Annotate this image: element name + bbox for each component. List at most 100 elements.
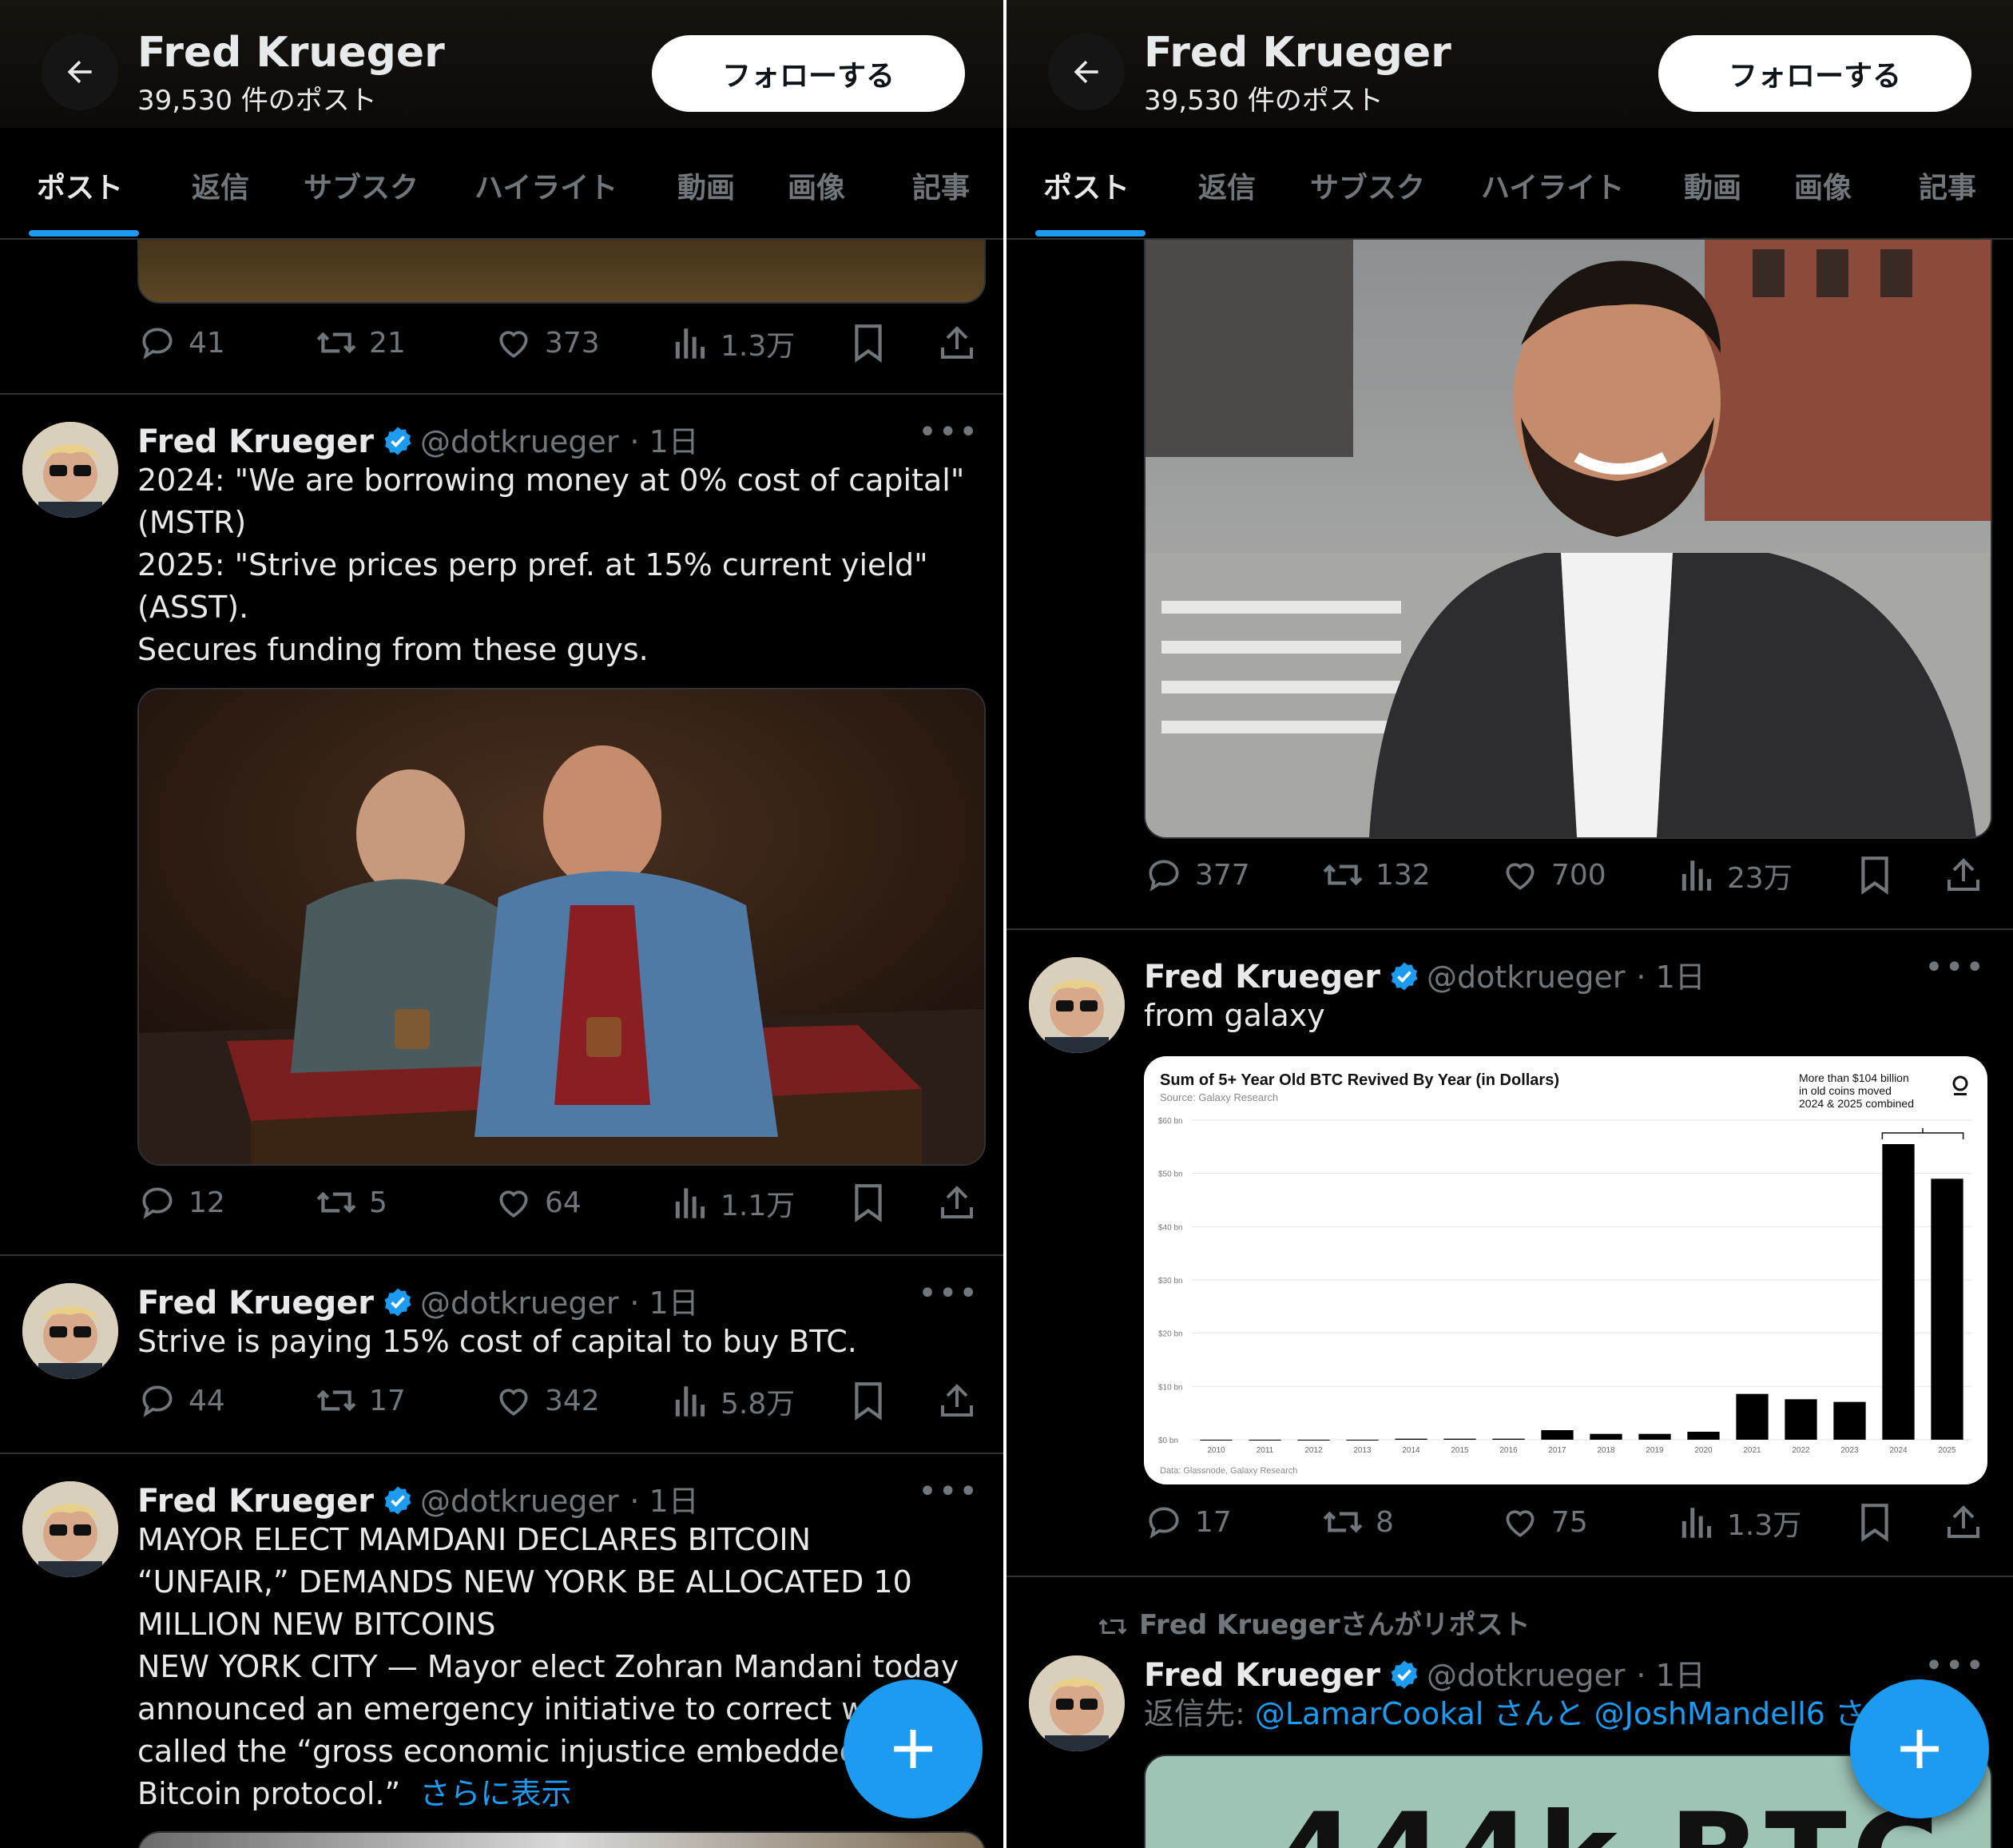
bar-2022 xyxy=(1785,1399,1817,1440)
y-tick-label: $30 bn xyxy=(1158,1277,1183,1286)
views-button[interactable]: 1.1万 xyxy=(673,1182,795,1224)
tab-posts[interactable]: ポスト xyxy=(37,165,123,206)
show-more-link[interactable]: さらに表示 xyxy=(419,1776,571,1811)
back-button[interactable] xyxy=(42,34,118,110)
repost-button[interactable]: 132 xyxy=(1321,855,1431,895)
x-tick-label: 2020 xyxy=(1694,1446,1713,1455)
repost-indicator[interactable]: Fred Kruegerさんがリポスト xyxy=(1096,1603,1531,1642)
tab-images[interactable]: 画像 xyxy=(788,165,845,206)
bookmark-button[interactable] xyxy=(850,1381,898,1421)
views-button[interactable]: 1.3万 xyxy=(673,323,795,364)
share-button[interactable] xyxy=(938,323,987,363)
more-options-icon[interactable]: ••• xyxy=(918,414,979,451)
reply-button[interactable]: 41 xyxy=(137,323,225,363)
tab-highlights[interactable]: ハイライト xyxy=(1481,165,1624,206)
reply-to-users-link[interactable]: @LamarCookal さんと @JoshMandell6 さ xyxy=(1255,1696,1865,1731)
annotation-text: 2024 & 2025 combined xyxy=(1799,1097,1914,1110)
tab-articles[interactable]: 記事 xyxy=(1919,165,1976,206)
bookmark-button[interactable] xyxy=(1856,1502,1904,1542)
reply-button[interactable]: 377 xyxy=(1144,855,1250,895)
tab-replies[interactable]: 返信 xyxy=(1198,165,1256,206)
timeline[interactable]: 41 21 373 1.3万 Fred Krueger @dotkrueger ·… xyxy=(0,240,1007,1848)
avatar[interactable] xyxy=(22,1283,118,1379)
views-button[interactable]: 5.8万 xyxy=(673,1381,795,1422)
follow-button[interactable]: フォローする xyxy=(652,35,965,112)
back-button[interactable] xyxy=(1048,34,1125,110)
post-author[interactable]: Fred Krueger @dotkrueger · 1日 xyxy=(1144,1651,1705,1695)
repost-button[interactable]: 5 xyxy=(315,1182,387,1222)
avatar[interactable] xyxy=(22,1481,118,1577)
reply-icon xyxy=(142,328,173,360)
more-options-icon[interactable]: ••• xyxy=(918,1275,979,1312)
share-button[interactable] xyxy=(1944,855,1994,895)
share-button[interactable] xyxy=(938,1381,987,1421)
tab-articles[interactable]: 記事 xyxy=(912,165,970,206)
post-media-image[interactable] xyxy=(137,688,986,1166)
share-button[interactable] xyxy=(938,1182,987,1222)
chart-image[interactable]: Sum of 5+ Year Old BTC Revived By Year (… xyxy=(1144,1056,1987,1484)
avatar[interactable] xyxy=(1029,957,1125,1053)
tab-subscriptions[interactable]: サブスク xyxy=(1310,165,1425,206)
post-media-image[interactable] xyxy=(1144,240,1992,839)
repost-icon xyxy=(1323,864,1363,886)
like-button[interactable]: 75 xyxy=(1500,1502,1588,1542)
reply-button[interactable]: 44 xyxy=(137,1381,225,1421)
post-author[interactable]: Fred Krueger @dotkrueger · 1日 xyxy=(137,417,699,462)
compose-button[interactable] xyxy=(1850,1679,1989,1818)
like-button[interactable]: 64 xyxy=(494,1182,582,1222)
post-handle: @dotkrueger xyxy=(420,1286,619,1321)
post-author[interactable]: Fred Krueger @dotkrueger · 1日 xyxy=(137,1476,699,1521)
tab-videos[interactable]: 動画 xyxy=(677,165,735,206)
tab-images[interactable]: 画像 xyxy=(1794,165,1852,206)
like-button[interactable]: 342 xyxy=(494,1381,600,1421)
more-options-icon[interactable]: ••• xyxy=(1924,1647,1986,1684)
reply-icon xyxy=(1149,860,1179,892)
repost-button[interactable]: 21 xyxy=(315,323,406,363)
reply-button[interactable]: 12 xyxy=(137,1182,225,1222)
timeline[interactable]: 377 132 700 23万 Fred Krueger @dotkrueger … xyxy=(1007,240,2013,1848)
views-button[interactable]: 1.3万 xyxy=(1679,1502,1801,1544)
more-options-icon[interactable]: ••• xyxy=(1924,949,1986,986)
post-media-image[interactable] xyxy=(137,240,986,304)
avatar[interactable] xyxy=(22,422,118,518)
x-tick-label: 2023 xyxy=(1840,1446,1859,1455)
post-author[interactable]: Fred Krueger @dotkrueger · 1日 xyxy=(137,1278,699,1323)
profile-header: Fred Krueger 39,530 件のポスト フォローする xyxy=(1007,0,2013,128)
repost-button[interactable]: 8 xyxy=(1321,1502,1394,1542)
tab-highlights[interactable]: ハイライト xyxy=(474,165,617,206)
bookmark-button[interactable] xyxy=(850,1182,898,1222)
tab-posts[interactable]: ポスト xyxy=(1043,165,1130,206)
post-divider xyxy=(1007,928,2013,930)
avatar[interactable] xyxy=(1029,1655,1125,1751)
post-author[interactable]: Fred Krueger @dotkrueger · 1日 xyxy=(1144,952,1705,997)
post-media-image[interactable] xyxy=(137,1831,986,1848)
tab-replies[interactable]: 返信 xyxy=(192,165,249,206)
y-tick-label: $60 bn xyxy=(1158,1117,1183,1126)
bookmark-icon xyxy=(855,324,882,363)
bar-chart: Sum of 5+ Year Old BTC Revived By Year (… xyxy=(1158,1071,1971,1476)
share-icon xyxy=(941,1186,973,1218)
views-button[interactable]: 23万 xyxy=(1679,855,1793,896)
reply-button[interactable]: 17 xyxy=(1144,1502,1232,1542)
image-headline: 444k BTC xyxy=(1273,1788,1944,1848)
profile-header: Fred Krueger 39,530 件のポスト フォローする xyxy=(0,0,1007,128)
bookmark-button[interactable] xyxy=(850,323,898,363)
bookmark-button[interactable] xyxy=(1856,855,1904,895)
follow-button[interactable]: フォローする xyxy=(1658,35,1971,112)
left-screen: Fred Krueger 39,530 件のポスト フォローする ポスト 返信 … xyxy=(0,0,1007,1848)
tab-videos[interactable]: 動画 xyxy=(1684,165,1741,206)
repost-button[interactable]: 17 xyxy=(315,1381,406,1421)
x-tick-label: 2016 xyxy=(1499,1446,1518,1455)
reply-icon xyxy=(142,1385,173,1417)
like-button[interactable]: 373 xyxy=(494,323,600,363)
like-button[interactable]: 700 xyxy=(1500,855,1606,895)
tab-subscriptions[interactable]: サブスク xyxy=(304,165,419,206)
chart-annotation: More than $104 billionin old coins moved… xyxy=(1799,1071,1964,1139)
post-text: from galaxy xyxy=(1144,998,1325,1033)
repost-icon xyxy=(316,1191,356,1214)
share-button[interactable] xyxy=(1944,1502,1994,1542)
x-tick-label: 2025 xyxy=(1938,1446,1956,1455)
compose-button[interactable] xyxy=(844,1679,983,1818)
right-screen: Fred Krueger 39,530 件のポスト フォローする ポスト 返信 … xyxy=(1007,0,2013,1848)
more-options-icon[interactable]: ••• xyxy=(918,1473,979,1510)
